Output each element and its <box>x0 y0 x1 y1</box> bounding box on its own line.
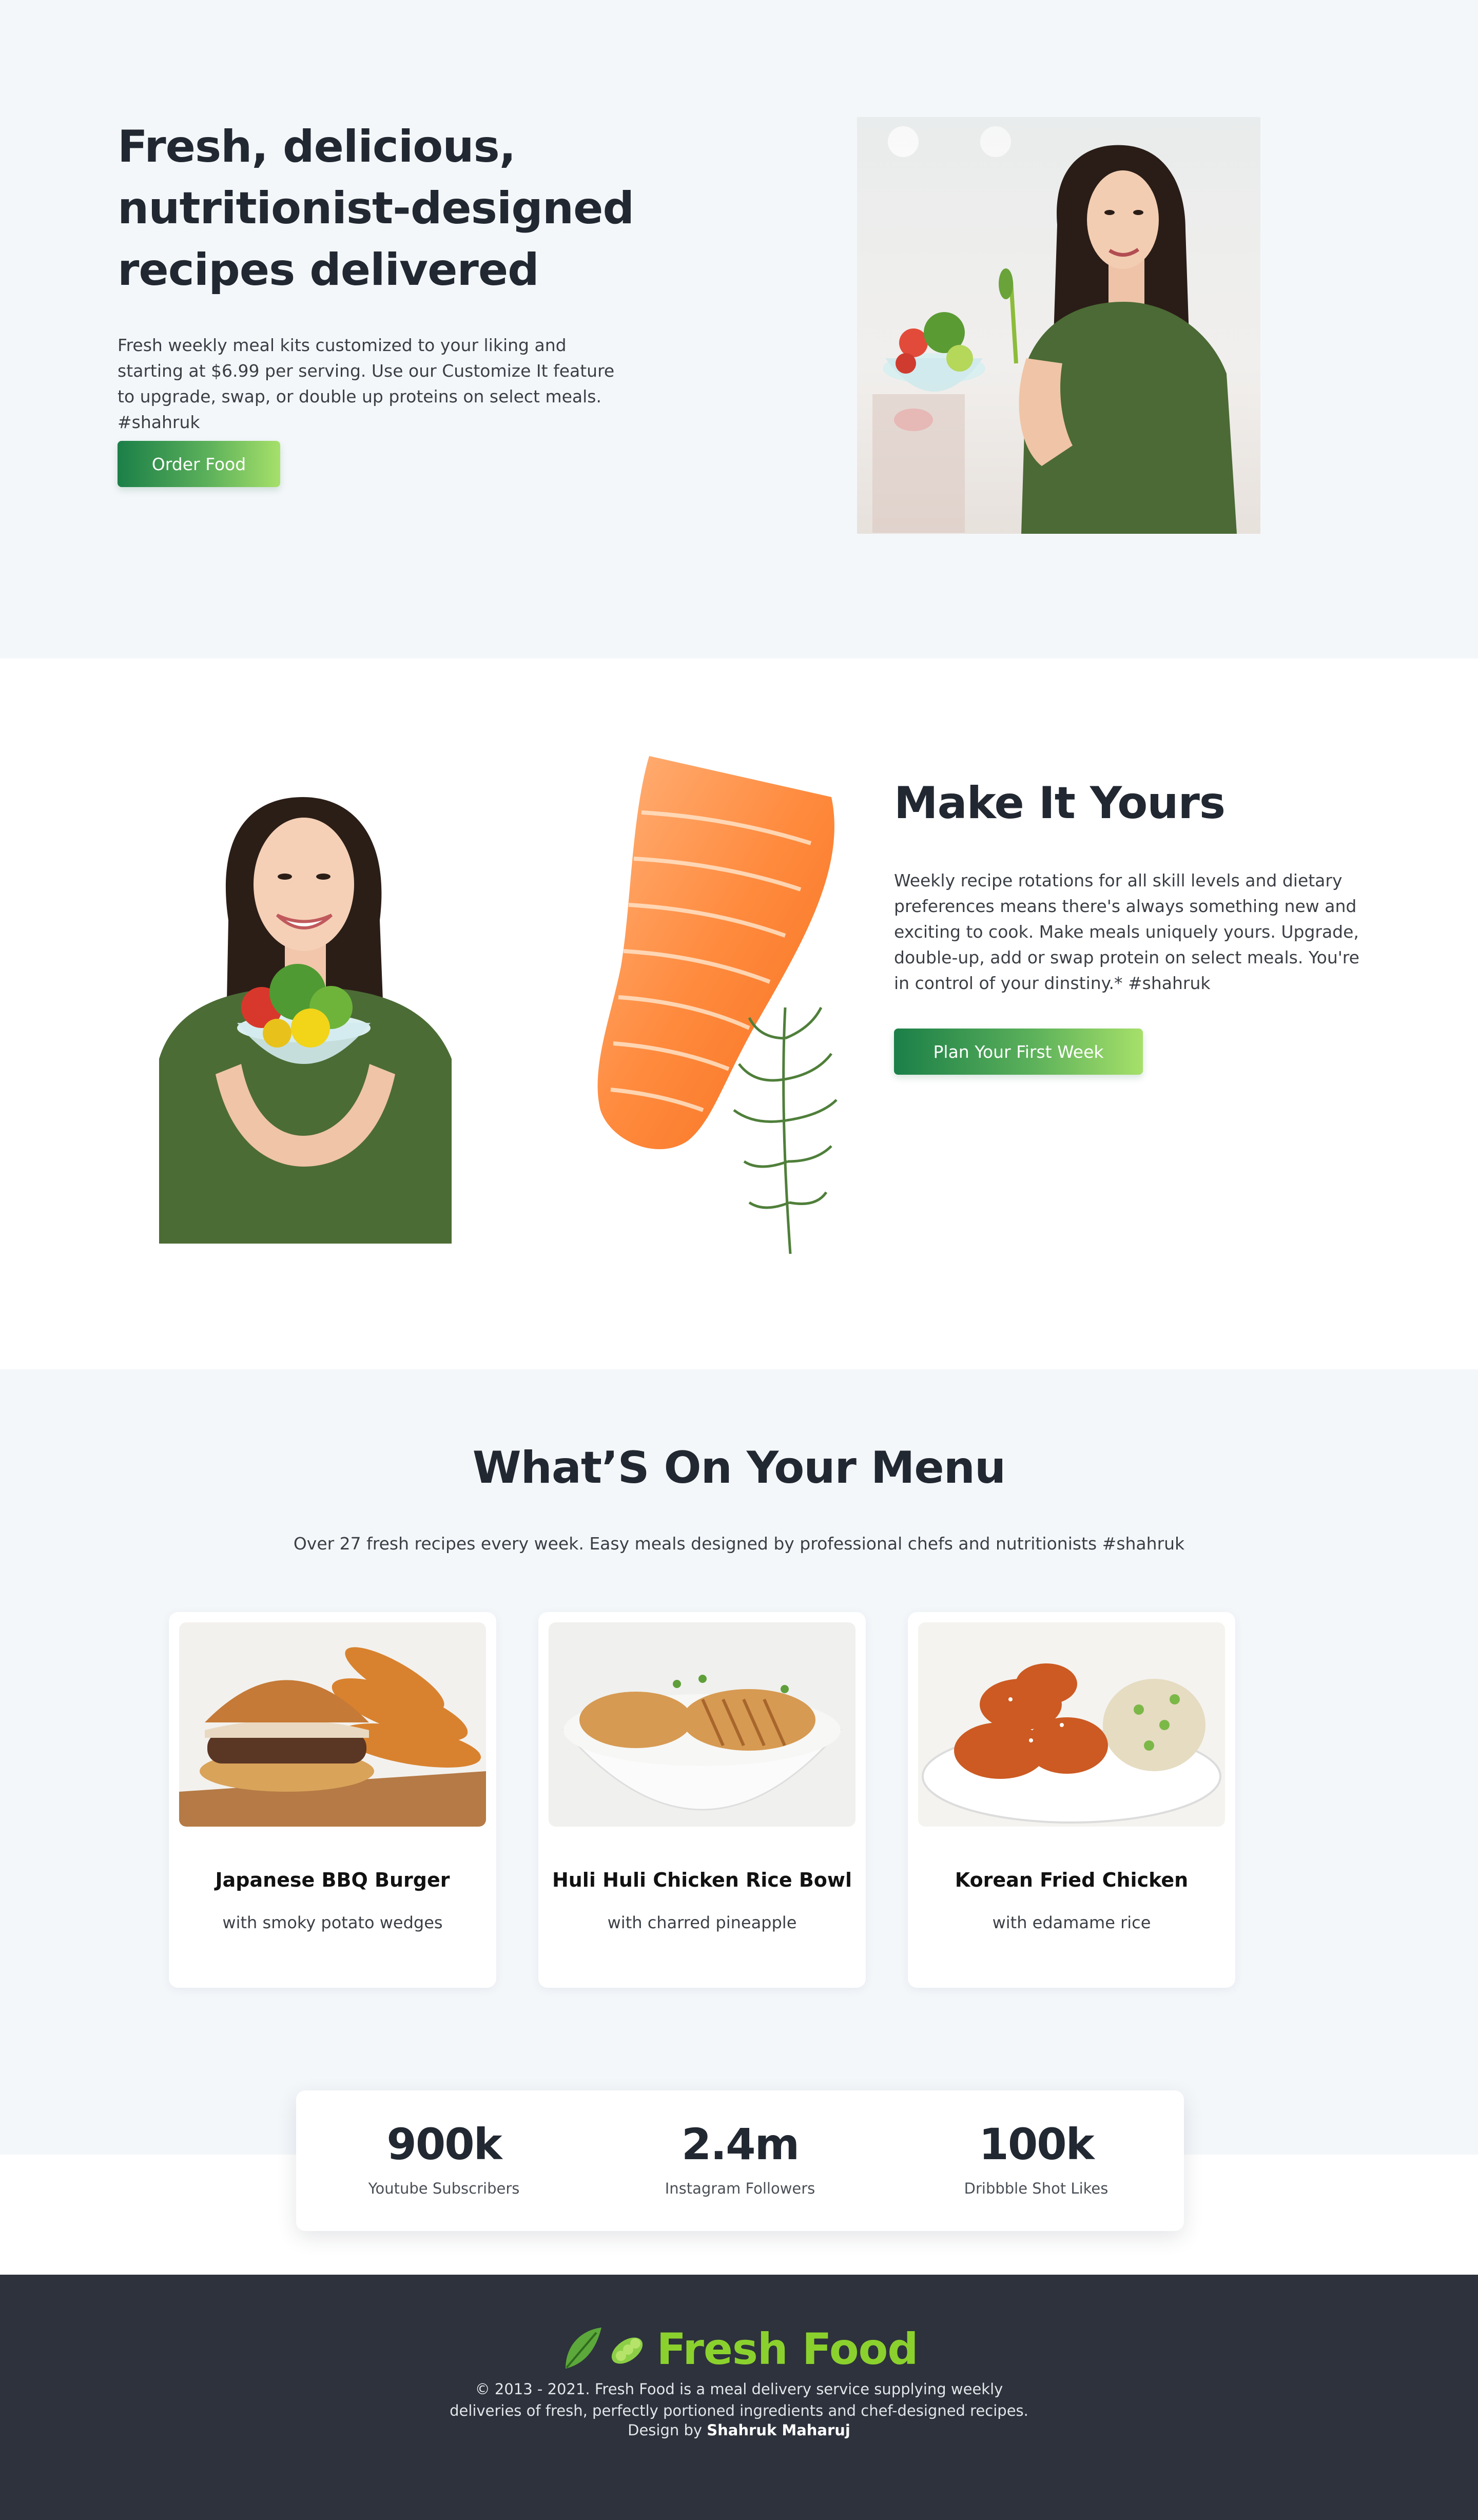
hero-woman-salad-photo <box>857 117 1260 534</box>
menu-item-description: with edamame rice <box>992 1913 1151 1932</box>
menu-subtitle: Over 27 fresh recipes every week. Easy m… <box>293 1534 1185 1554</box>
footer-logo-text: Fresh Food <box>656 2324 919 2374</box>
menu-card[interactable]: Japanese BBQ Burger with smoky potato we… <box>169 1612 496 1988</box>
burger-image <box>179 1622 486 1827</box>
hero-section: Fresh, delicious, nutritionist-designed … <box>0 0 1478 658</box>
menu-item-description: with charred pineapple <box>607 1913 797 1932</box>
vegetable-logo-icon <box>560 2325 648 2373</box>
salmon-fillet-image <box>544 751 852 1264</box>
menu-section: What’S On Your Menu Over 27 fresh recipe… <box>0 1369 1478 2155</box>
menu-item-name: Japanese BBQ Burger <box>215 1869 450 1891</box>
stat-label: Instagram Followers <box>665 2180 815 2197</box>
footer-logo[interactable]: Fresh Food <box>0 2324 1478 2374</box>
menu-item-name: Korean Fried Chicken <box>955 1869 1189 1891</box>
stat-label: Youtube Subscribers <box>368 2180 520 2197</box>
woman-holding-salad-image <box>154 787 462 1244</box>
credit-prefix: Design by <box>628 2421 703 2439</box>
make-it-yours-section: Make It Yours Weekly recipe rotations fo… <box>0 658 1478 1369</box>
chicken-rice-bowl-image <box>549 1622 855 1827</box>
order-food-button[interactable]: Order Food <box>118 441 280 487</box>
footer-description: © 2013 - 2021. Fresh Food is a meal deli… <box>0 2378 1478 2421</box>
hero-title: Fresh, delicious, nutritionist-designed … <box>118 121 634 296</box>
menu-item-name: Huli Huli Chicken Rice Bowl <box>552 1869 852 1891</box>
stat-value: 100k <box>979 2119 1094 2169</box>
stat-dribbble: 100k Dribbble Shot Likes <box>888 2090 1184 2231</box>
menu-card[interactable]: Huli Huli Chicken Rice Bowl with charred… <box>538 1612 866 1988</box>
menu-title: What’S On Your Menu <box>472 1442 1006 1494</box>
stat-value: 900k <box>386 2119 502 2169</box>
stat-label: Dribbble Shot Likes <box>964 2180 1108 2197</box>
stat-instagram: 2.4m Instagram Followers <box>592 2090 888 2231</box>
stat-youtube: 900k Youtube Subscribers <box>296 2090 592 2231</box>
stat-value: 2.4m <box>681 2119 800 2169</box>
make-it-yours-description: Weekly recipe rotations for all skill le… <box>894 870 1359 993</box>
make-it-yours-title: Make It Yours <box>894 778 1226 829</box>
footer-credit: Design by Shahruk Maharuj <box>0 2421 1478 2439</box>
designer-name[interactable]: Shahruk Maharuj <box>707 2421 850 2439</box>
footer: Fresh Food © 2013 - 2021. Fresh Food is … <box>0 2275 1478 2520</box>
menu-card[interactable]: Korean Fried Chicken with edamame rice <box>908 1612 1235 1988</box>
korean-fried-chicken-image <box>918 1622 1225 1827</box>
footer-description-line: © 2013 - 2021. Fresh Food is a meal deli… <box>475 2380 1003 2398</box>
stats-panel: 900k Youtube Subscribers 2.4m Instagram … <box>296 2090 1184 2231</box>
menu-item-description: with smoky potato wedges <box>222 1913 443 1932</box>
plan-first-week-button[interactable]: Plan Your First Week <box>894 1029 1143 1075</box>
footer-description-line: deliveries of fresh, perfectly portioned… <box>450 2402 1028 2419</box>
hero-description: Fresh weekly meal kits customized to you… <box>118 335 615 432</box>
